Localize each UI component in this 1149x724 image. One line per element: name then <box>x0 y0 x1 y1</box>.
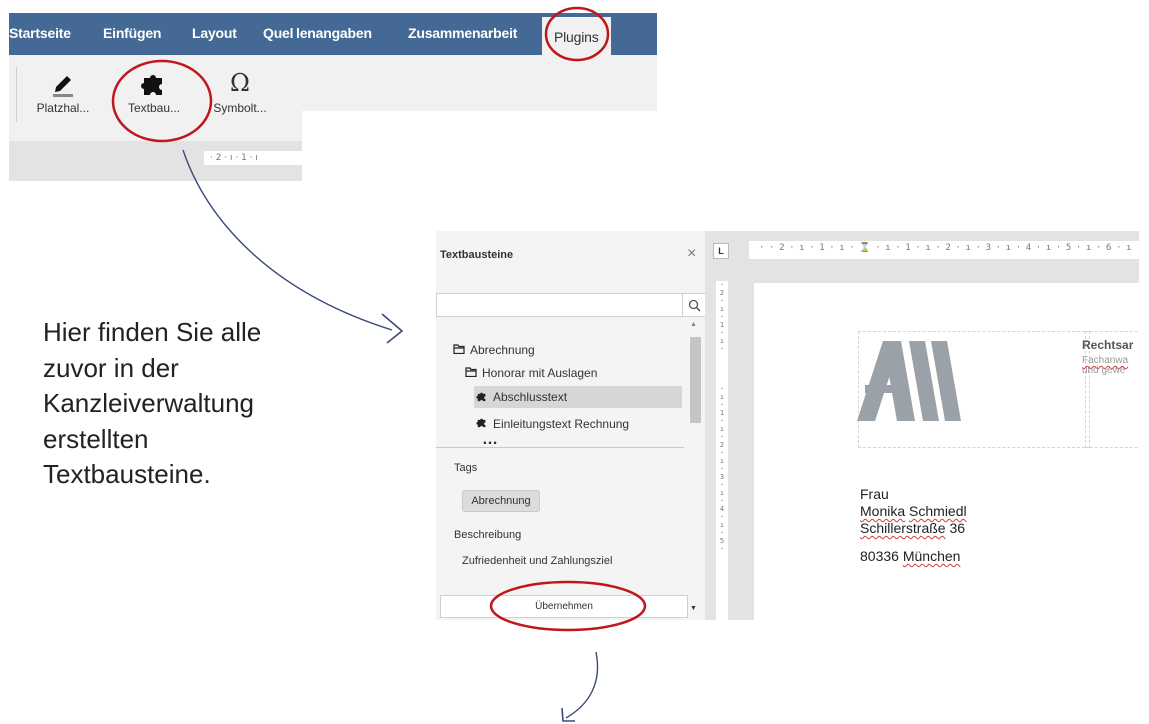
document-view: L · · 2 · ı · 1 · ı · ⌛ · ı · 1 · ı · 2 … <box>705 231 1139 620</box>
textbausteine-panel: Textbausteine × Abrechnung Honorar mit A… <box>436 231 706 620</box>
folder-open-icon <box>453 343 465 357</box>
placeholder-button-label: Platzhal... <box>36 101 90 115</box>
tags-label: Tags <box>454 462 478 474</box>
tab-bar: Startseite Einfügen Layout Quel <box>9 13 302 55</box>
firm-logo <box>857 341 977 426</box>
vertical-ruler-scale: · 2 · ı · 1 · ı · · ı · 1 · ı · 2 · ı · 3 · ı · 4 · ı · 5 · <box>719 281 725 553</box>
apply-button[interactable]: Übernehmen <box>440 595 688 618</box>
tab-quellenangaben[interactable]: Quel <box>263 25 294 41</box>
textbausteine-button[interactable]: Textbau... <box>119 65 189 115</box>
ribbon-separator <box>16 67 17 122</box>
mini-ruler: · 2 · ı · 1 · ı <box>204 151 302 165</box>
tree-item-label: Einleitungstext Rechnung <box>493 416 630 431</box>
tree-item-abschlusstext[interactable]: Abschlusstext <box>474 386 682 408</box>
tree-item-einleitungstext[interactable]: Einleitungstext Rechnung <box>476 416 629 431</box>
scrollbar-thumb[interactable] <box>690 337 701 423</box>
tree-item-label: Honorar mit Auslagen <box>482 366 598 380</box>
search-icon[interactable] <box>682 293 706 317</box>
scroll-up-icon[interactable]: ▲ <box>690 321 697 328</box>
address-salutation: Frau <box>860 486 889 502</box>
arrow-head-icon <box>381 313 404 344</box>
close-icon[interactable]: × <box>687 245 696 263</box>
tab-layout[interactable]: Layout <box>192 25 237 41</box>
toolbar-screenshot-left: Startseite Einfügen Layout Quel Platzhal… <box>9 13 302 181</box>
arrow-head-down-icon <box>561 707 575 722</box>
scroll-down-icon[interactable]: ▼ <box>690 605 697 612</box>
puzzle-icon <box>119 65 189 101</box>
textbausteine-button-label: Textbau... <box>127 101 181 115</box>
symbol-button-label: Symbolt... <box>213 101 267 115</box>
textbaustein-tree: Abrechnung Honorar mit Auslagen Abschlus… <box>436 327 686 451</box>
address-name: Monika Schmiedl <box>860 503 967 519</box>
tab-bar-right: lenangaben Zusammenarbeit Plugins <box>296 13 657 55</box>
panel-title: Textbausteine <box>440 249 514 261</box>
tab-einfuegen[interactable]: Einfügen <box>103 25 161 41</box>
description-text: Zufriedenheit und Zahlungsziel <box>462 555 613 567</box>
tab-plugins[interactable]: Plugins <box>542 17 611 55</box>
letterhead-title: Rechtsar <box>1082 338 1134 352</box>
toolbar-screenshot-right: lenangaben Zusammenarbeit Plugins <box>296 13 657 111</box>
description-label: Beschreibung <box>454 529 522 541</box>
explanation-text: Hier finden Sie alle zuvor in der Kanzle… <box>43 317 262 489</box>
symbol-button[interactable]: Ω Symbolt... <box>205 65 275 115</box>
tab-quellenangaben-rest[interactable]: lenangaben <box>296 25 372 41</box>
tree-item-label: Abschlusstext <box>493 390 568 404</box>
pencil-icon <box>28 65 98 101</box>
vertical-ruler[interactable]: · 2 · ı · 1 · ı · · ı · 1 · ı · 2 · ı · 3 · ı · 4 · ı · 5 · <box>716 281 728 620</box>
tab-zusammenarbeit[interactable]: Zusammenarbeit <box>408 25 517 41</box>
omega-icon: Ω <box>230 69 250 97</box>
puzzle-icon <box>476 416 488 431</box>
tree-item-label: Abrechnung <box>470 343 535 357</box>
tree-item-abrechnung[interactable]: Abrechnung <box>453 343 535 357</box>
arrow-curve-down <box>565 651 599 719</box>
letterhead-subtitle: Fachanwa und gewe <box>1082 355 1129 376</box>
document-page[interactable]: Rechtsar Fachanwa und gewe Frau Monika Sc… <box>754 283 1139 620</box>
address-street: Schillerstraße 36 <box>860 520 966 536</box>
address-city: 80336 München <box>860 548 961 564</box>
tab-stop-selector[interactable]: L <box>713 243 729 259</box>
tree-item-honorar[interactable]: Honorar mit Auslagen <box>465 366 597 380</box>
placeholder-button[interactable]: Platzhal... <box>28 65 98 115</box>
search-input[interactable] <box>436 293 686 317</box>
horizontal-ruler[interactable]: · · 2 · ı · 1 · ı · ⌛ · ı · 1 · ı · 2 · … <box>749 241 1139 259</box>
puzzle-icon <box>476 390 488 405</box>
ruler-scale: · · 2 · ı · 1 · ı · ⌛ · ı · 1 · ı · 2 · … <box>759 243 1132 253</box>
panel-divider[interactable] <box>436 447 684 448</box>
folder-open-icon <box>465 366 477 380</box>
tab-startseite[interactable]: Startseite <box>9 25 71 41</box>
tag-chip[interactable]: Abrechnung <box>462 490 540 512</box>
